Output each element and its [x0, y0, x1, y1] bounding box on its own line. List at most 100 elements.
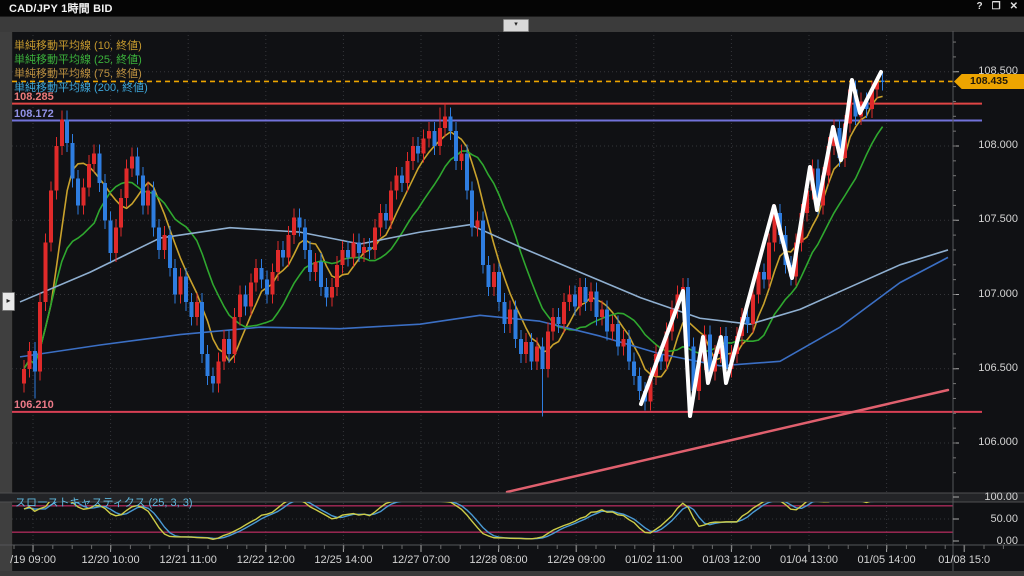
price-level-label-3: 106.210	[14, 399, 54, 411]
candle-body	[578, 287, 582, 306]
candle-body	[438, 128, 442, 146]
candle-body	[135, 156, 139, 175]
candle-body	[297, 217, 301, 227]
candle-body	[567, 295, 571, 302]
price-level-label-2: 108.172	[14, 108, 54, 120]
candle-body	[481, 220, 485, 265]
candle-body	[276, 250, 280, 272]
candle-body	[459, 153, 463, 160]
candle-body	[881, 81, 885, 82]
stoch-axis-label: 50.00	[960, 513, 1018, 525]
time-axis-label: 12/25 14:00	[305, 554, 381, 566]
candle-body	[216, 361, 220, 383]
candle-body	[492, 272, 496, 287]
candle-body	[22, 369, 26, 384]
time-axis-label: 12/28 08:00	[461, 554, 537, 566]
candle-body	[92, 153, 96, 163]
candle-body	[573, 295, 577, 307]
candle-body	[746, 317, 750, 324]
candle-body	[627, 339, 631, 361]
candle-body	[33, 351, 37, 372]
candle-body	[238, 295, 242, 317]
candle-body	[443, 116, 447, 128]
candles-group	[22, 72, 885, 417]
trading-app-window: CAD/JPY 1時間 BID ? ❐ ✕ ▾ ▸ 単純移動平均線 (10, 終…	[0, 0, 1024, 576]
stochastic-label: スローストキャスティクス (25, 3, 3)	[15, 494, 193, 510]
sma10-line	[24, 96, 883, 376]
candle-body	[486, 265, 490, 287]
candle-body	[767, 243, 771, 280]
price-level-label-1: 108.285	[14, 91, 54, 103]
candle-body	[200, 302, 204, 354]
time-axis-label: 12/20 10:00	[73, 554, 149, 566]
stoch-axis-label: 100.00	[960, 491, 1018, 503]
candle-body	[330, 287, 334, 297]
price-axis-label: 107.500	[960, 213, 1018, 225]
candle-body	[65, 119, 69, 143]
time-axis-label: 01/05 14:00	[849, 554, 925, 566]
candle-body	[389, 191, 393, 221]
candle-body	[411, 146, 415, 161]
candle-body	[287, 235, 291, 257]
candle-body	[449, 116, 453, 131]
candle-body	[405, 161, 409, 183]
candle-body	[557, 317, 561, 324]
candle-body	[632, 361, 636, 376]
candle-body	[594, 292, 598, 317]
candle-body	[400, 176, 404, 183]
candle-body	[470, 191, 474, 228]
candle-body	[416, 146, 420, 153]
candle-body	[589, 292, 593, 302]
candle-body	[292, 217, 296, 235]
candle-body	[395, 176, 399, 191]
candle-body	[108, 220, 112, 253]
price-axis-label: 106.500	[960, 362, 1018, 374]
candle-body	[54, 146, 58, 191]
candle-body	[146, 191, 150, 206]
candle-body	[540, 346, 544, 368]
candle-body	[621, 339, 625, 346]
candle-body	[114, 228, 118, 253]
candle-body	[270, 272, 274, 294]
panel-expand-button[interactable]: ▸	[2, 292, 15, 311]
candle-body	[265, 280, 269, 295]
candle-body	[243, 295, 247, 307]
time-axis-label: 12/22 12:00	[228, 554, 304, 566]
candle-body	[503, 302, 507, 324]
candle-body	[497, 272, 501, 302]
candle-body	[81, 188, 85, 206]
candle-body	[27, 351, 31, 369]
candle-body	[308, 250, 312, 272]
candle-body	[76, 179, 80, 206]
time-axis-label: 01/02 11:00	[616, 554, 692, 566]
legend-item: 単純移動平均線 (10, 終値)	[14, 39, 148, 53]
candle-body	[432, 131, 436, 146]
candle-body	[254, 268, 258, 283]
candle-body	[233, 317, 237, 354]
legend-item: 単純移動平均線 (25, 終値)	[14, 53, 148, 67]
price-axis-label: 107.000	[960, 288, 1018, 300]
candle-body	[335, 265, 339, 287]
price-axis-label: 106.000	[960, 436, 1018, 448]
candle-body	[751, 295, 755, 325]
candle-body	[98, 153, 102, 183]
candle-body	[141, 176, 145, 206]
candle-body	[351, 243, 355, 258]
candle-body	[762, 272, 766, 279]
candle-body	[87, 164, 91, 188]
candle-body	[546, 332, 550, 369]
candle-body	[179, 277, 183, 295]
candle-body	[605, 309, 609, 331]
candle-body	[362, 247, 366, 253]
candle-body	[168, 235, 172, 268]
time-axis-label: 12/29 09:00	[538, 554, 614, 566]
candle-body	[119, 198, 123, 228]
candle-body	[427, 131, 431, 138]
candle-body	[189, 302, 193, 317]
candle-body	[249, 283, 253, 307]
time-axis-label: 12/21 11:00	[150, 554, 226, 566]
candle-body	[206, 354, 210, 376]
price-chart[interactable]	[0, 0, 1024, 576]
time-axis-label: 01/03 12:00	[693, 554, 769, 566]
candle-body	[616, 324, 620, 346]
